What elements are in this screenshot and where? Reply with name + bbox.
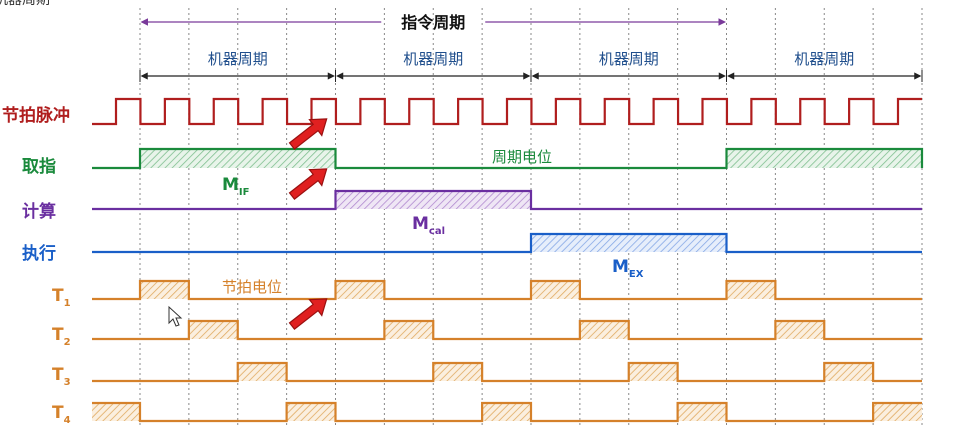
machine-cycle-label-1: 机器周期 <box>208 50 268 68</box>
beat-pulse-fill <box>873 403 922 421</box>
beat-pulse-fill <box>384 321 434 339</box>
machine-cycle-label-2: 机器周期 <box>403 50 463 68</box>
row-label-t4: T4 <box>52 403 71 426</box>
active-level-fill <box>335 191 531 209</box>
m-if-label: MIF <box>222 175 249 198</box>
highlight-arrows <box>288 118 328 330</box>
beat-pulse-fill <box>433 363 483 381</box>
row-label-clock: 节拍脉冲 <box>2 105 70 126</box>
row-label-t1: T1 <box>52 286 71 309</box>
row-label-t2: T2 <box>52 325 71 348</box>
active-level-fill <box>726 149 922 168</box>
mouse-cursor-icon <box>168 305 183 327</box>
machine-cycle-label-3: 机器周期 <box>599 50 659 68</box>
red-arrow-icon <box>288 118 328 150</box>
calc-signal <box>92 189 922 211</box>
t4-signal <box>92 401 922 423</box>
timing-diagram: 机器周期 指令周期 机器周期 机器周期 机器周期 机器周期 节拍脉冲 取指 计算… <box>0 0 924 428</box>
row-label-exec: 执行 <box>22 243 56 264</box>
beat-pulse-fill <box>775 321 825 339</box>
beat-pulse-fill <box>286 403 336 421</box>
row-label-t3: T3 <box>52 365 71 388</box>
m-cal-label: Mcal <box>412 214 445 237</box>
beat-pulse-fill <box>824 363 874 381</box>
exec-signal <box>92 232 922 254</box>
active-level-fill <box>531 234 727 252</box>
t2-signal <box>92 319 922 341</box>
row-labels: 节拍脉冲 取指 计算 执行 T1 T2 T3 T4 <box>2 105 71 426</box>
exec-signal-line <box>92 232 922 254</box>
beat-pulse-fill <box>628 363 678 381</box>
beat-pulse-fill <box>335 281 385 299</box>
instruction-cycle-label: 指令周期 <box>401 13 465 32</box>
m-ex-label: MEX <box>612 257 644 280</box>
row-label-calc: 计算 <box>22 201 56 222</box>
beat-pulse-fill <box>677 403 727 421</box>
clock-pulse-wave <box>92 97 922 126</box>
beat-pulse-fill <box>188 321 238 339</box>
active-level-fill <box>140 149 336 168</box>
machine-cycle-label-4: 机器周期 <box>794 50 854 68</box>
beat-pulse-fill <box>579 321 629 339</box>
t3-signal <box>92 361 922 383</box>
beat-pulse-fill <box>140 281 189 299</box>
t1-signal-line <box>92 279 922 301</box>
corner-text: 机器周期 <box>0 0 50 8</box>
beat-pulse-fill <box>482 403 531 421</box>
beat-pulse-fill <box>726 281 776 299</box>
beat-pulse-fill <box>237 363 287 381</box>
red-arrow-icon <box>288 298 328 330</box>
beat-pulse-fill <box>92 403 140 421</box>
t1-signal <box>92 279 922 301</box>
beat-pulse-fill <box>531 281 580 299</box>
cycle-level-note: 周期电位 <box>492 148 552 166</box>
t3-signal-line <box>92 361 922 383</box>
row-label-fetch: 取指 <box>22 156 56 177</box>
beat-level-note: 节拍电位 <box>222 278 282 296</box>
